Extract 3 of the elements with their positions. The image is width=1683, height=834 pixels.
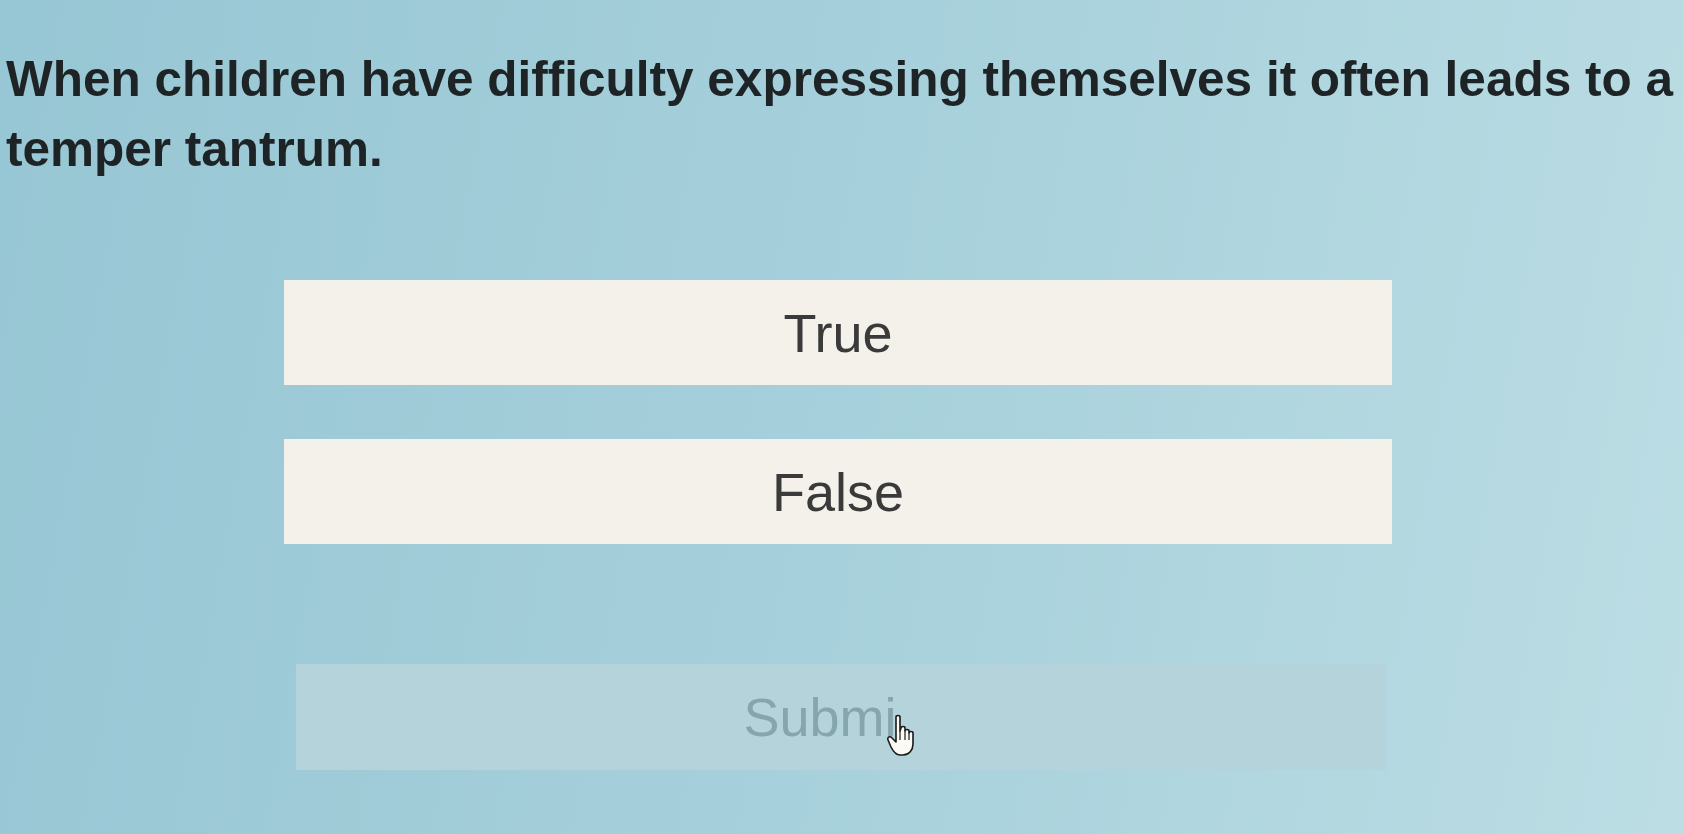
answer-option[interactable]: True (284, 280, 1392, 385)
question-text: When children have difficulty expressing themselves it often leads to a temper tantrum. (6, 50, 1675, 178)
answer-option[interactable]: False (284, 439, 1392, 544)
